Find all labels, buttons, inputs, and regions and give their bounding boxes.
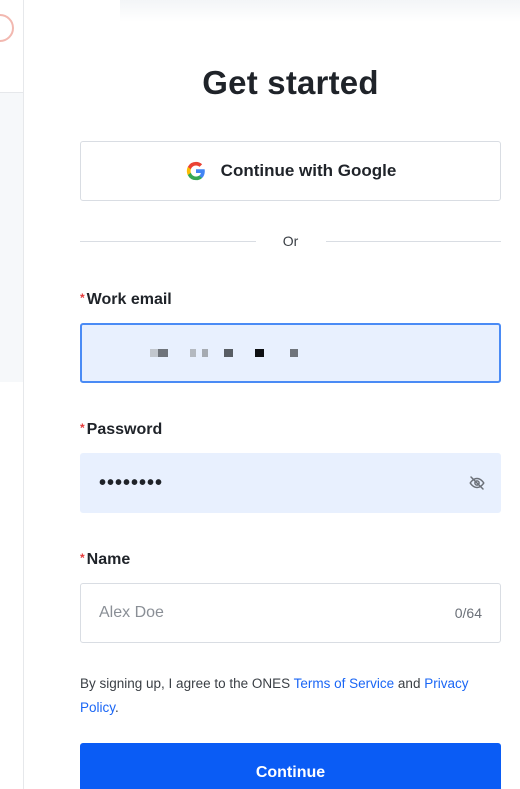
- divider-label: Or: [282, 233, 299, 249]
- terms-middle: and: [394, 676, 425, 691]
- password-value: ••••••••: [99, 471, 164, 494]
- signup-page: Get started Continue with Google Or * Wo…: [0, 0, 520, 789]
- terms-suffix: .: [115, 700, 119, 715]
- name-input[interactable]: [99, 584, 455, 642]
- required-asterisk: *: [80, 291, 85, 305]
- terms-prefix: By signing up, I agree to the ONES: [80, 676, 294, 691]
- password-label-text: Password: [86, 421, 163, 438]
- google-button-label: Continue with Google: [220, 161, 397, 180]
- terms-notice: By signing up, I agree to the ONES Terms…: [80, 672, 501, 720]
- background-circle-icon: [0, 14, 14, 42]
- eye-slash-icon[interactable]: [468, 474, 486, 492]
- background-panel: [0, 0, 24, 789]
- email-label: * Work email: [80, 291, 501, 309]
- email-label-text: Work email: [86, 291, 172, 308]
- or-divider: Or: [80, 231, 501, 251]
- name-char-counter: 0/64: [454, 605, 482, 621]
- divider-line-right: [325, 240, 501, 242]
- email-field[interactable]: [80, 323, 501, 383]
- divider-line-left: [80, 240, 256, 242]
- name-label-text: Name: [86, 551, 131, 568]
- continue-button[interactable]: Continue: [80, 743, 501, 789]
- email-redacted-value: [150, 349, 298, 357]
- name-label: * Name: [80, 551, 501, 569]
- continue-with-google-button[interactable]: Continue with Google: [80, 141, 501, 201]
- required-asterisk: *: [80, 421, 85, 435]
- name-field-wrapper: 0/64: [80, 583, 501, 643]
- required-asterisk: *: [80, 551, 85, 565]
- page-title: Get started: [202, 64, 379, 101]
- signup-form: Get started Continue with Google Or * Wo…: [80, 58, 501, 789]
- password-label: * Password: [80, 421, 501, 439]
- terms-of-service-link[interactable]: Terms of Service: [294, 676, 395, 691]
- password-field[interactable]: ••••••••: [80, 453, 501, 513]
- background-band: [0, 92, 23, 382]
- background-fade: [120, 0, 520, 22]
- google-g-icon: [186, 161, 205, 181]
